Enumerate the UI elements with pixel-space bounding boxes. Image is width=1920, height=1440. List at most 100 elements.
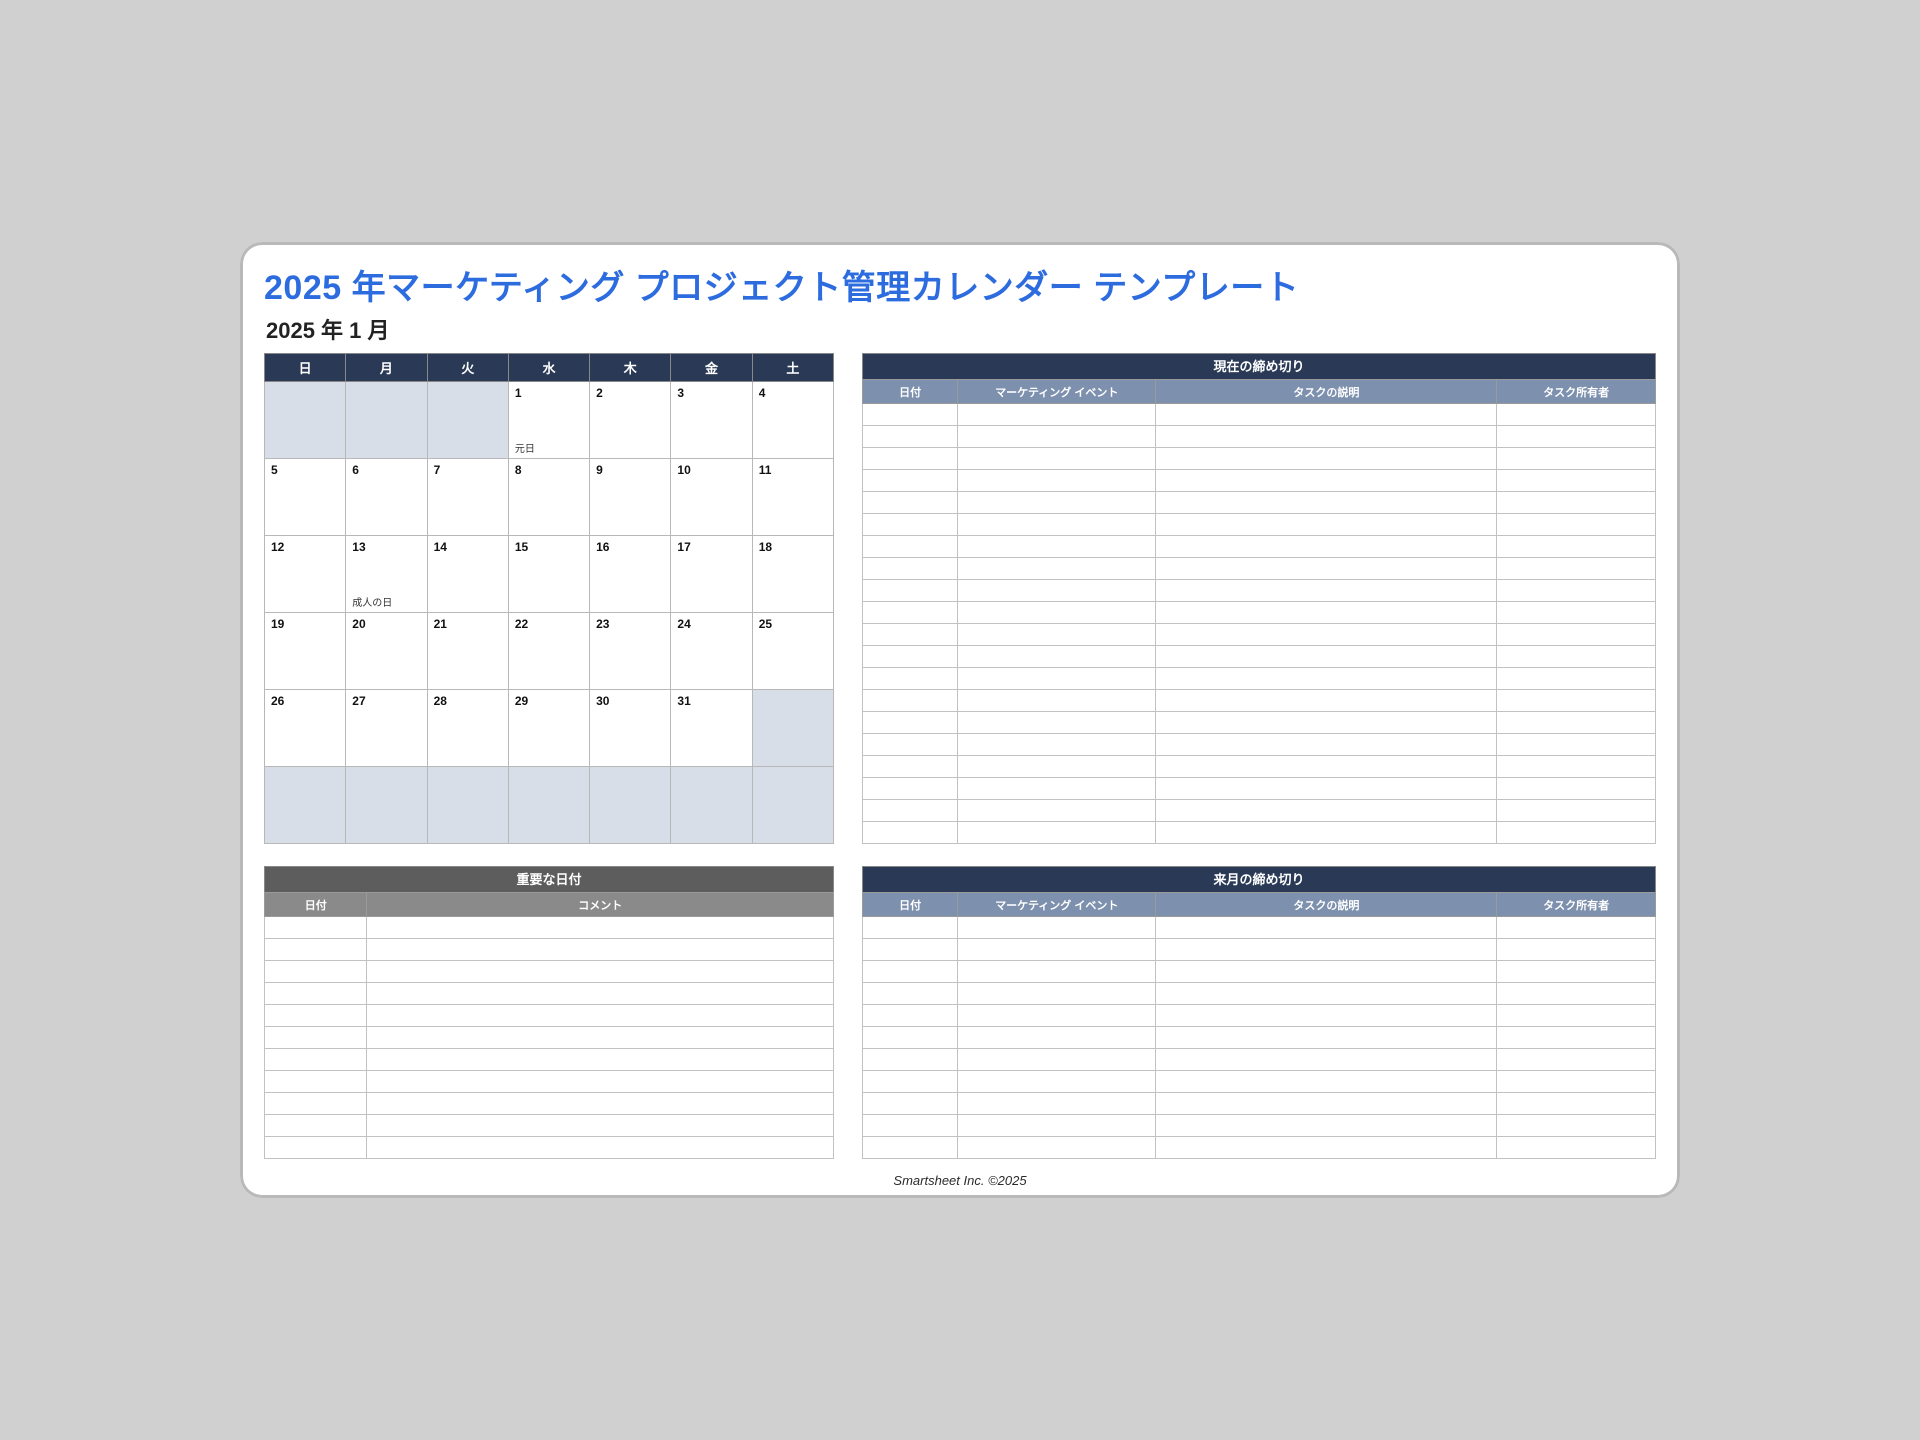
calendar-cell[interactable]: 5 xyxy=(265,459,346,536)
table-cell[interactable] xyxy=(1156,426,1497,448)
table-cell[interactable] xyxy=(958,536,1156,558)
table-cell[interactable] xyxy=(863,1137,958,1159)
calendar-cell[interactable] xyxy=(427,382,508,459)
table-cell[interactable] xyxy=(863,1005,958,1027)
table-row[interactable] xyxy=(265,961,834,983)
table-row[interactable] xyxy=(863,690,1656,712)
table-cell[interactable] xyxy=(958,822,1156,844)
calendar-cell[interactable]: 29 xyxy=(508,690,589,767)
table-cell[interactable] xyxy=(958,690,1156,712)
table-cell[interactable] xyxy=(863,983,958,1005)
table-cell[interactable] xyxy=(1497,558,1656,580)
table-row[interactable] xyxy=(265,1049,834,1071)
table-cell[interactable] xyxy=(367,983,834,1005)
table-cell[interactable] xyxy=(1497,1027,1656,1049)
calendar-cell[interactable] xyxy=(752,690,833,767)
table-row[interactable] xyxy=(863,580,1656,602)
table-cell[interactable] xyxy=(863,1093,958,1115)
table-row[interactable] xyxy=(265,1005,834,1027)
table-row[interactable] xyxy=(863,939,1656,961)
table-cell[interactable] xyxy=(265,1137,367,1159)
table-cell[interactable] xyxy=(1156,778,1497,800)
table-row[interactable] xyxy=(265,983,834,1005)
calendar-cell[interactable]: 22 xyxy=(508,613,589,690)
calendar-cell[interactable]: 13成人の日 xyxy=(346,536,427,613)
calendar-cell[interactable]: 21 xyxy=(427,613,508,690)
table-cell[interactable] xyxy=(863,470,958,492)
table-cell[interactable] xyxy=(1497,448,1656,470)
table-cell[interactable] xyxy=(958,983,1156,1005)
table-cell[interactable] xyxy=(367,1005,834,1027)
calendar-cell[interactable]: 3 xyxy=(671,382,752,459)
table-cell[interactable] xyxy=(863,492,958,514)
table-cell[interactable] xyxy=(863,448,958,470)
table-cell[interactable] xyxy=(1156,448,1497,470)
table-cell[interactable] xyxy=(958,558,1156,580)
table-cell[interactable] xyxy=(958,1137,1156,1159)
table-cell[interactable] xyxy=(958,1005,1156,1027)
calendar-cell[interactable]: 24 xyxy=(671,613,752,690)
table-cell[interactable] xyxy=(367,917,834,939)
calendar-cell[interactable] xyxy=(508,767,589,844)
table-cell[interactable] xyxy=(367,1137,834,1159)
table-cell[interactable] xyxy=(1497,1071,1656,1093)
table-row[interactable] xyxy=(863,602,1656,624)
calendar-cell[interactable]: 25 xyxy=(752,613,833,690)
table-cell[interactable] xyxy=(1156,1049,1497,1071)
table-cell[interactable] xyxy=(958,448,1156,470)
calendar-cell[interactable]: 14 xyxy=(427,536,508,613)
table-cell[interactable] xyxy=(1497,602,1656,624)
table-row[interactable] xyxy=(863,492,1656,514)
table-cell[interactable] xyxy=(1497,426,1656,448)
table-cell[interactable] xyxy=(1156,514,1497,536)
table-cell[interactable] xyxy=(1497,1137,1656,1159)
table-row[interactable] xyxy=(863,1115,1656,1137)
table-cell[interactable] xyxy=(1497,514,1656,536)
table-row[interactable] xyxy=(265,939,834,961)
table-cell[interactable] xyxy=(1156,983,1497,1005)
table-cell[interactable] xyxy=(265,1049,367,1071)
table-cell[interactable] xyxy=(265,917,367,939)
table-cell[interactable] xyxy=(1156,712,1497,734)
calendar-cell[interactable] xyxy=(265,382,346,459)
calendar-cell[interactable] xyxy=(427,767,508,844)
calendar-cell[interactable] xyxy=(590,767,671,844)
table-cell[interactable] xyxy=(863,558,958,580)
table-cell[interactable] xyxy=(863,1049,958,1071)
table-cell[interactable] xyxy=(1156,646,1497,668)
calendar-cell[interactable]: 12 xyxy=(265,536,346,613)
table-cell[interactable] xyxy=(863,646,958,668)
table-cell[interactable] xyxy=(1156,917,1497,939)
table-cell[interactable] xyxy=(958,404,1156,426)
table-cell[interactable] xyxy=(1497,734,1656,756)
calendar-cell[interactable]: 7 xyxy=(427,459,508,536)
calendar-cell[interactable]: 2 xyxy=(590,382,671,459)
table-cell[interactable] xyxy=(958,778,1156,800)
table-cell[interactable] xyxy=(863,939,958,961)
table-cell[interactable] xyxy=(958,646,1156,668)
table-cell[interactable] xyxy=(958,602,1156,624)
table-cell[interactable] xyxy=(958,734,1156,756)
table-row[interactable] xyxy=(265,917,834,939)
table-row[interactable] xyxy=(265,1093,834,1115)
table-cell[interactable] xyxy=(1497,800,1656,822)
table-cell[interactable] xyxy=(265,1093,367,1115)
table-cell[interactable] xyxy=(863,514,958,536)
table-cell[interactable] xyxy=(1497,983,1656,1005)
table-cell[interactable] xyxy=(1156,1093,1497,1115)
calendar-cell[interactable] xyxy=(752,767,833,844)
table-row[interactable] xyxy=(863,668,1656,690)
table-cell[interactable] xyxy=(1156,1005,1497,1027)
table-cell[interactable] xyxy=(1156,734,1497,756)
table-cell[interactable] xyxy=(863,580,958,602)
table-cell[interactable] xyxy=(1156,1027,1497,1049)
table-cell[interactable] xyxy=(1497,404,1656,426)
table-row[interactable] xyxy=(265,1137,834,1159)
table-row[interactable] xyxy=(265,1027,834,1049)
table-cell[interactable] xyxy=(863,734,958,756)
table-cell[interactable] xyxy=(1156,602,1497,624)
table-cell[interactable] xyxy=(863,778,958,800)
table-cell[interactable] xyxy=(958,624,1156,646)
table-cell[interactable] xyxy=(863,536,958,558)
table-cell[interactable] xyxy=(367,1027,834,1049)
